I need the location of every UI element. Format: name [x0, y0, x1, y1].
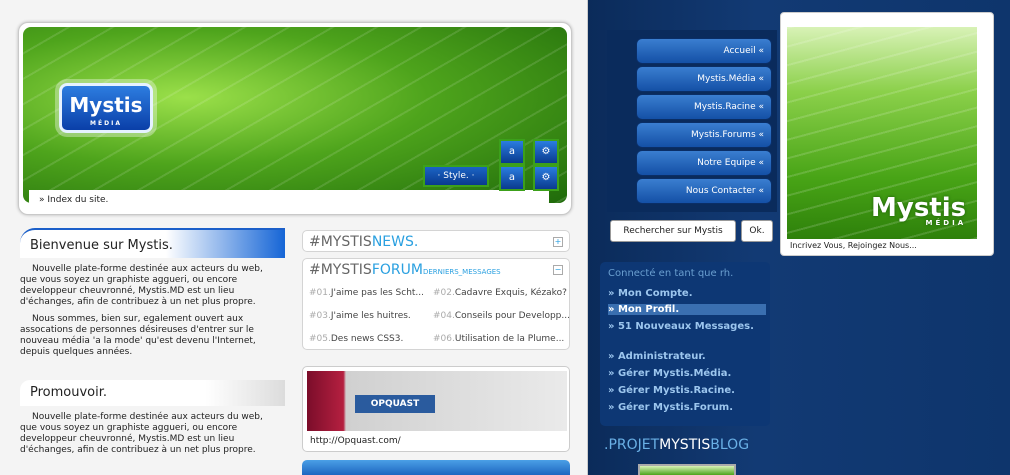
promo-photo-card[interactable]: Mystis MÉDIA Incrivez Vous, Rejoingez Nou…	[780, 12, 994, 256]
welcome-paragraph-1: Nouvelle plate-forme destinée aux acteur…	[20, 264, 263, 307]
next-showcase-card[interactable]	[302, 460, 570, 475]
forum-subtitle: DERNIERS_MESSAGES	[422, 268, 501, 276]
nav-item-mystis-racine[interactable]: Mystis.Racine «	[637, 95, 771, 119]
forum-item-title: J'aime les huitres.	[330, 311, 411, 321]
showcase-thumbnail[interactable]: OPQUAST	[307, 371, 567, 431]
account-link-mon-profil[interactable]: » Mon Profil.	[608, 304, 766, 315]
nav-item-mystis-forums[interactable]: Mystis.Forums «	[637, 123, 771, 147]
news-panel: #MYSTISNEWS. +	[302, 230, 570, 252]
admin-link-administrateur[interactable]: » Administrateur.	[608, 351, 706, 362]
blog-heading-part-3: BLOG	[710, 437, 750, 453]
forum-item-number: #06.	[433, 334, 455, 344]
search-ok-button[interactable]: Ok.	[741, 220, 773, 242]
nav-item-accueil[interactable]: Accueil «	[637, 39, 771, 63]
account-panel: Connecté en tant que rh. » Mon Compte. »…	[600, 262, 770, 426]
news-prefix: #MYSTIS	[309, 234, 372, 250]
forum-item-number: #05.	[309, 334, 331, 344]
forum-item-number: #02.	[433, 288, 455, 298]
forum-item-number: #01.	[309, 288, 331, 298]
forum-item-title: Des news CSS3.	[330, 334, 404, 344]
news-title: #MYSTISNEWS.	[303, 231, 569, 253]
promo-section: Promouvoir. Nouvelle plate-forme destiné…	[20, 380, 285, 456]
expand-icon[interactable]: +	[553, 237, 563, 247]
settings-alt-icon[interactable]: ⚙	[533, 165, 559, 191]
promo-title: Promouvoir.	[20, 380, 285, 406]
showcase-brand: OPQUAST	[355, 395, 435, 413]
nav-item-notre-equipe[interactable]: Notre Equipe «	[637, 151, 771, 175]
forum-prefix: #MYSTIS	[309, 262, 372, 278]
left-column: Mystis MÉDIA » Index du site. · Style. · …	[0, 0, 588, 475]
nav-item-nous-contacter[interactable]: Nous Contacter «	[637, 179, 771, 203]
forum-item[interactable]: #05.Des news CSS3.	[309, 334, 403, 344]
forum-item[interactable]: #06.Utilisation de la Plume...	[433, 334, 564, 344]
main-nav: Accueil « Mystis.Média « Mystis.Racine «…	[607, 30, 777, 212]
breadcrumb[interactable]: » Index du site.	[29, 190, 549, 210]
account-status: Connecté en tant que rh.	[608, 268, 734, 279]
font-size-small-icon[interactable]: a	[499, 165, 525, 191]
search-button[interactable]: Rechercher sur Mystis	[610, 220, 736, 242]
account-link-mon-compte[interactable]: » Mon Compte.	[608, 288, 693, 299]
showcase-card[interactable]: OPQUAST http://Opquast.com/	[302, 366, 570, 452]
promo-photo: Mystis MÉDIA	[787, 27, 977, 243]
forum-item-number: #04.	[433, 311, 455, 321]
blog-heading: .PROJETMYSTISBLOG	[604, 437, 749, 453]
forum-item[interactable]: #02.Cadavre Exquis, Kézako?	[433, 288, 567, 298]
promo-paragraph: Nouvelle plate-forme destinée aux acteur…	[20, 412, 263, 455]
font-size-icon[interactable]: a	[499, 139, 525, 165]
account-link-messages[interactable]: » 51 Nouveaux Messages.	[608, 321, 754, 332]
forum-item[interactable]: #01.J'aime pas les Scht...	[309, 288, 424, 298]
forum-item-title: J'aime pas les Scht...	[330, 288, 425, 298]
admin-link-gerer-racine[interactable]: » Gérer Mystis.Racine.	[608, 385, 735, 396]
blog-heading-part-2: MYSTIS	[659, 437, 711, 453]
blog-heading-part-1: .PROJET	[604, 437, 660, 453]
welcome-paragraph-2: Nous sommes, bien sur, egalement ouvert …	[20, 314, 256, 357]
photo-logo: Mystis MÉDIA	[871, 193, 966, 227]
forum-panel: #MYSTISFORUMDERNIERS_MESSAGES − #01.J'ai…	[302, 258, 570, 350]
admin-link-gerer-media[interactable]: » Gérer Mystis.Média.	[608, 368, 731, 379]
site-header: Mystis MÉDIA » Index du site. · Style. · …	[18, 22, 572, 215]
welcome-section: Bienvenue sur Mystis. Nouvelle plate-for…	[20, 228, 285, 358]
showcase-url[interactable]: http://Opquast.com/	[307, 433, 427, 449]
forum-item-title: Cadavre Exquis, Kézako?	[454, 288, 567, 298]
logo-subtext: MÉDIA	[90, 120, 122, 127]
blog-thumbnail[interactable]	[638, 464, 736, 475]
site-logo[interactable]: Mystis MÉDIA	[59, 83, 153, 133]
nav-item-mystis-media[interactable]: Mystis.Média «	[637, 67, 771, 91]
forum-item-title: Utilisation de la Plume...	[454, 334, 565, 344]
forum-title: #MYSTISFORUMDERNIERS_MESSAGES	[303, 259, 569, 281]
style-button[interactable]: · Style. ·	[423, 165, 489, 187]
photo-caption[interactable]: Incrivez Vous, Rejoingez Nous...	[787, 239, 977, 253]
forum-item[interactable]: #04.Conseils pour Developp...	[433, 311, 570, 321]
logo-text: Mystis	[69, 93, 143, 117]
news-word: NEWS.	[371, 234, 419, 250]
welcome-title: Bienvenue sur Mystis.	[20, 228, 285, 258]
collapse-icon[interactable]: −	[553, 265, 563, 275]
forum-item-title: Conseils pour Developp...	[454, 311, 570, 321]
forum-item-number: #03.	[309, 311, 331, 321]
admin-link-gerer-forum[interactable]: » Gérer Mystis.Forum.	[608, 402, 733, 413]
forum-item[interactable]: #03.J'aime les huitres.	[309, 311, 411, 321]
forum-word: FORUM	[371, 262, 423, 278]
settings-icon[interactable]: ⚙	[533, 139, 559, 165]
